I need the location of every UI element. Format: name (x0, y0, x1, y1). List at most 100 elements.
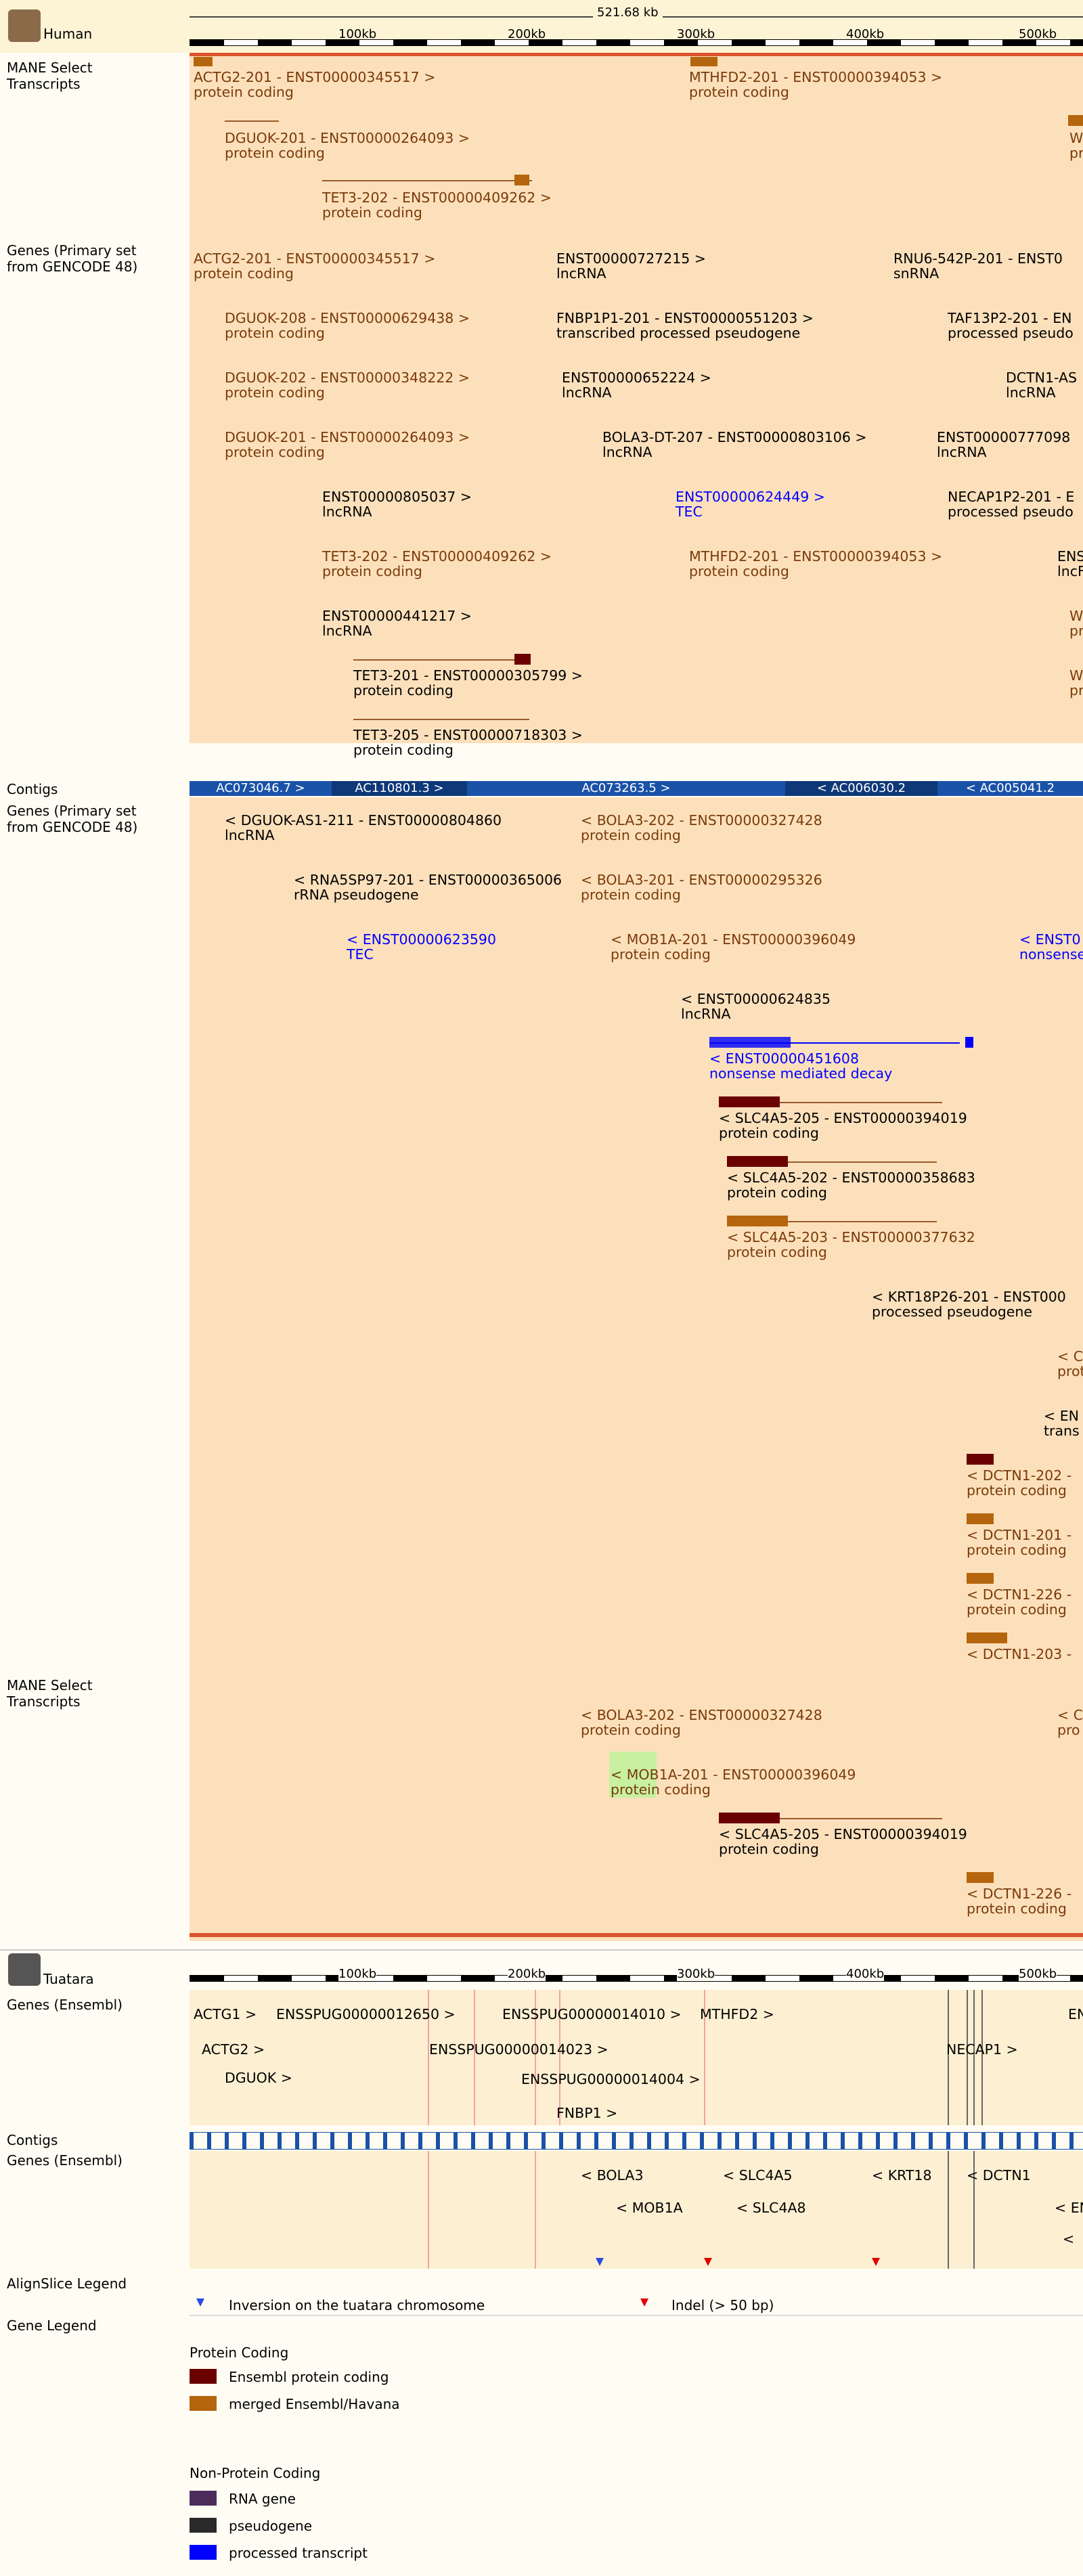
gene-label[interactable]: < BOLA3 (581, 2167, 644, 2183)
gene-biotype: nonsense (1019, 946, 1083, 962)
ruler-tick-label: 400kb (846, 27, 885, 41)
gene-label[interactable]: < MOB1A (616, 2200, 683, 2216)
mane-transcript-label[interactable]: < MOB1A-201 - ENST00000396049 (611, 1767, 856, 1783)
gene-label[interactable]: < BOLA3-202 - ENST00000327428 (581, 812, 822, 828)
gene-label[interactable]: < BOLA3-201 - ENST00000295326 (581, 872, 822, 888)
gene-label[interactable]: MTHFD2 > (700, 2006, 774, 2022)
gene-biotype: lncRNA (1006, 384, 1056, 401)
gene-label[interactable]: TET3-202 - ENST00000409262 > (322, 548, 552, 564)
human-species-icon[interactable] (8, 9, 41, 42)
contig-track: AC073046.7 > AC110801.3 > AC073263.5 > <… (190, 781, 1083, 796)
contig-block[interactable]: < AC006030.2 (785, 781, 937, 796)
gene-label[interactable]: ENSSPUG00000014010 > (502, 2006, 682, 2022)
indel-marker[interactable] (704, 2258, 712, 2266)
mane-transcript-label[interactable]: < DCTN1-226 - (967, 1886, 1071, 1902)
gene-label[interactable]: ACTG2-201 - ENST00000345517 > (194, 250, 435, 267)
tuatara-genes-rev-panel: < BOLA3 < SLC4A5 < KRT18 < DCTN1 < MOB1A… (190, 2151, 1083, 2269)
gene-label[interactable]: < DCTN1-226 - (967, 1586, 1071, 1603)
gene-label[interactable]: < DCTN1-203 - (967, 1646, 1071, 1662)
gene-label[interactable]: ENST00000624449 > (676, 489, 825, 505)
mane-transcript-label[interactable]: TET3-202 - ENST00000409262 > (322, 190, 552, 206)
gene-label[interactable]: < ENST0 (1019, 931, 1081, 948)
mane-transcript-label[interactable]: < BOLA3-202 - ENST00000327428 (581, 1707, 822, 1723)
gene-label[interactable]: NECAP1P2-201 - E (948, 489, 1074, 505)
gene-label[interactable]: ACTG2 > (202, 2041, 265, 2058)
mane-transcript-label[interactable]: DGUOK-201 - ENST00000264093 > (225, 130, 470, 146)
contig-block[interactable]: AC073263.5 > (467, 781, 785, 796)
gene-biotype: protein coding (611, 946, 711, 962)
gene-label[interactable]: TET3-205 - ENST00000718303 > (353, 727, 583, 743)
gene-label[interactable]: ENSSPUG00000014023 > (429, 2041, 609, 2058)
gene-label[interactable]: NECAP1 > (946, 2041, 1018, 2058)
track-label-tuatara-contigs: Contigs (7, 2132, 58, 2148)
gene-label[interactable]: ACTG1 > (194, 2006, 257, 2022)
gene-label[interactable]: DGUOK-202 - ENST00000348222 > (225, 370, 470, 386)
gene-label[interactable]: ENSSPUG00000014004 > (521, 2071, 701, 2087)
ruler-tick-label: 400kb (846, 1967, 885, 1981)
gene-label[interactable]: < C (1057, 1348, 1083, 1364)
gene-label[interactable]: < EN (1044, 1408, 1079, 1424)
mane-transcript-label[interactable]: < SLC4A5-205 - ENST00000394019 (719, 1826, 967, 1842)
gene-label[interactable]: MTHFD2-201 - ENST00000394053 > (689, 548, 942, 564)
gene-label[interactable]: < DCTN1-201 - (967, 1527, 1071, 1543)
gene-label[interactable]: < DCTN1 (967, 2167, 1031, 2183)
gene-label[interactable]: W (1069, 608, 1083, 624)
transcript-biotype: protein coding (581, 1722, 681, 1738)
gene-label[interactable]: ENST00000441217 > (322, 608, 472, 624)
gene-label[interactable]: RNU6-542P-201 - ENST0 (893, 250, 1063, 267)
legend-swatch (190, 2518, 217, 2533)
gene-label[interactable]: < ENST00000451608 (709, 1050, 859, 1067)
gene-label[interactable]: W (1069, 667, 1083, 684)
legend-swatch (190, 2491, 217, 2506)
gene-label[interactable]: TET3-201 - ENST00000305799 > (353, 667, 583, 684)
contig-block[interactable]: < AC005041.2 (937, 781, 1083, 796)
gene-label[interactable]: ENST00000727215 > (556, 250, 706, 267)
gene-label[interactable]: < SLC4A8 (736, 2200, 806, 2216)
gene-label[interactable]: TAF13P2-201 - EN (948, 310, 1071, 326)
ruler-tick-label: 200kb (508, 27, 546, 41)
gene-label[interactable]: DCTN1-AS (1006, 370, 1077, 386)
gene-label[interactable]: ENSSPUG00000012650 > (276, 2006, 456, 2022)
track-label-tuatara-genes-rev: Genes (Ensembl) (7, 2152, 123, 2169)
mane-transcript-label[interactable]: W (1069, 130, 1083, 146)
gene-label[interactable]: < KRT18 (872, 2167, 932, 2183)
inversion-legend-label: Inversion on the tuatara chromosome (229, 2297, 485, 2313)
indel-marker[interactable] (872, 2258, 880, 2266)
gene-label[interactable]: < RNA5SP97-201 - ENST00000365006 (294, 872, 562, 888)
gene-label[interactable]: ENST00000652224 > (562, 370, 711, 386)
gene-label[interactable]: ENST00000777098 (937, 429, 1070, 445)
gene-label[interactable]: FNBP1 > (556, 2105, 617, 2121)
gene-label[interactable]: DGUOK > (225, 2070, 292, 2086)
gene-label[interactable]: < SLC4A5-202 - ENST00000358683 (727, 1170, 975, 1186)
contig-block[interactable]: AC110801.3 > (332, 781, 467, 796)
gene-label[interactable]: ENST00000805037 > (322, 489, 472, 505)
gene-label[interactable]: < DCTN1-202 - (967, 1467, 1071, 1484)
gene-label[interactable]: < (1063, 2231, 1074, 2247)
mane-transcript-label[interactable]: ACTG2-201 - ENST00000345517 > (194, 69, 435, 85)
gene-label[interactable]: BOLA3-DT-207 - ENST00000803106 > (602, 429, 867, 445)
tuatara-species-icon[interactable] (8, 1953, 41, 1986)
contig-block[interactable]: AC073046.7 > (190, 781, 332, 796)
gene-label[interactable]: < ENST00000623590 (347, 931, 496, 948)
gene-label[interactable]: DGUOK-208 - ENST00000629438 > (225, 310, 470, 326)
transcript-biotype: protein coding (611, 1781, 711, 1798)
gene-label[interactable]: < DGUOK-AS1-211 - ENST00000804860 (225, 812, 502, 828)
gene-label[interactable]: < EN (1055, 2200, 1083, 2216)
mane-transcript-label[interactable]: MTHFD2-201 - ENST00000394053 > (689, 69, 942, 85)
human-species-label: Human (43, 26, 93, 42)
gene-label[interactable]: < ENST00000624835 (681, 991, 831, 1007)
track-label-genes-fwd: Genes (Primary set from GENCODE 48) (7, 242, 138, 275)
gene-label[interactable]: FNBP1P1-201 - ENST00000551203 > (556, 310, 814, 326)
mane-transcript-label[interactable]: < C (1057, 1707, 1083, 1723)
gene-label[interactable]: < SLC4A5 (723, 2167, 793, 2183)
gene-label[interactable]: ENS (1057, 548, 1083, 564)
gene-label[interactable]: < SLC4A5-205 - ENST00000394019 (719, 1110, 967, 1126)
gene-label[interactable]: < SLC4A5-203 - ENST00000377632 (727, 1229, 975, 1245)
gene-label[interactable]: < KRT18P26-201 - ENST000 (872, 1289, 1066, 1305)
gene-label[interactable]: < MOB1A-201 - ENST00000396049 (611, 931, 856, 948)
gene-label[interactable]: EN (1068, 2006, 1083, 2022)
tuatara-contig-track[interactable] (190, 2132, 1083, 2150)
gene-label[interactable]: DGUOK-201 - ENST00000264093 > (225, 429, 470, 445)
gene-biotype: pr (1069, 623, 1083, 639)
inversion-marker[interactable] (596, 2258, 604, 2266)
